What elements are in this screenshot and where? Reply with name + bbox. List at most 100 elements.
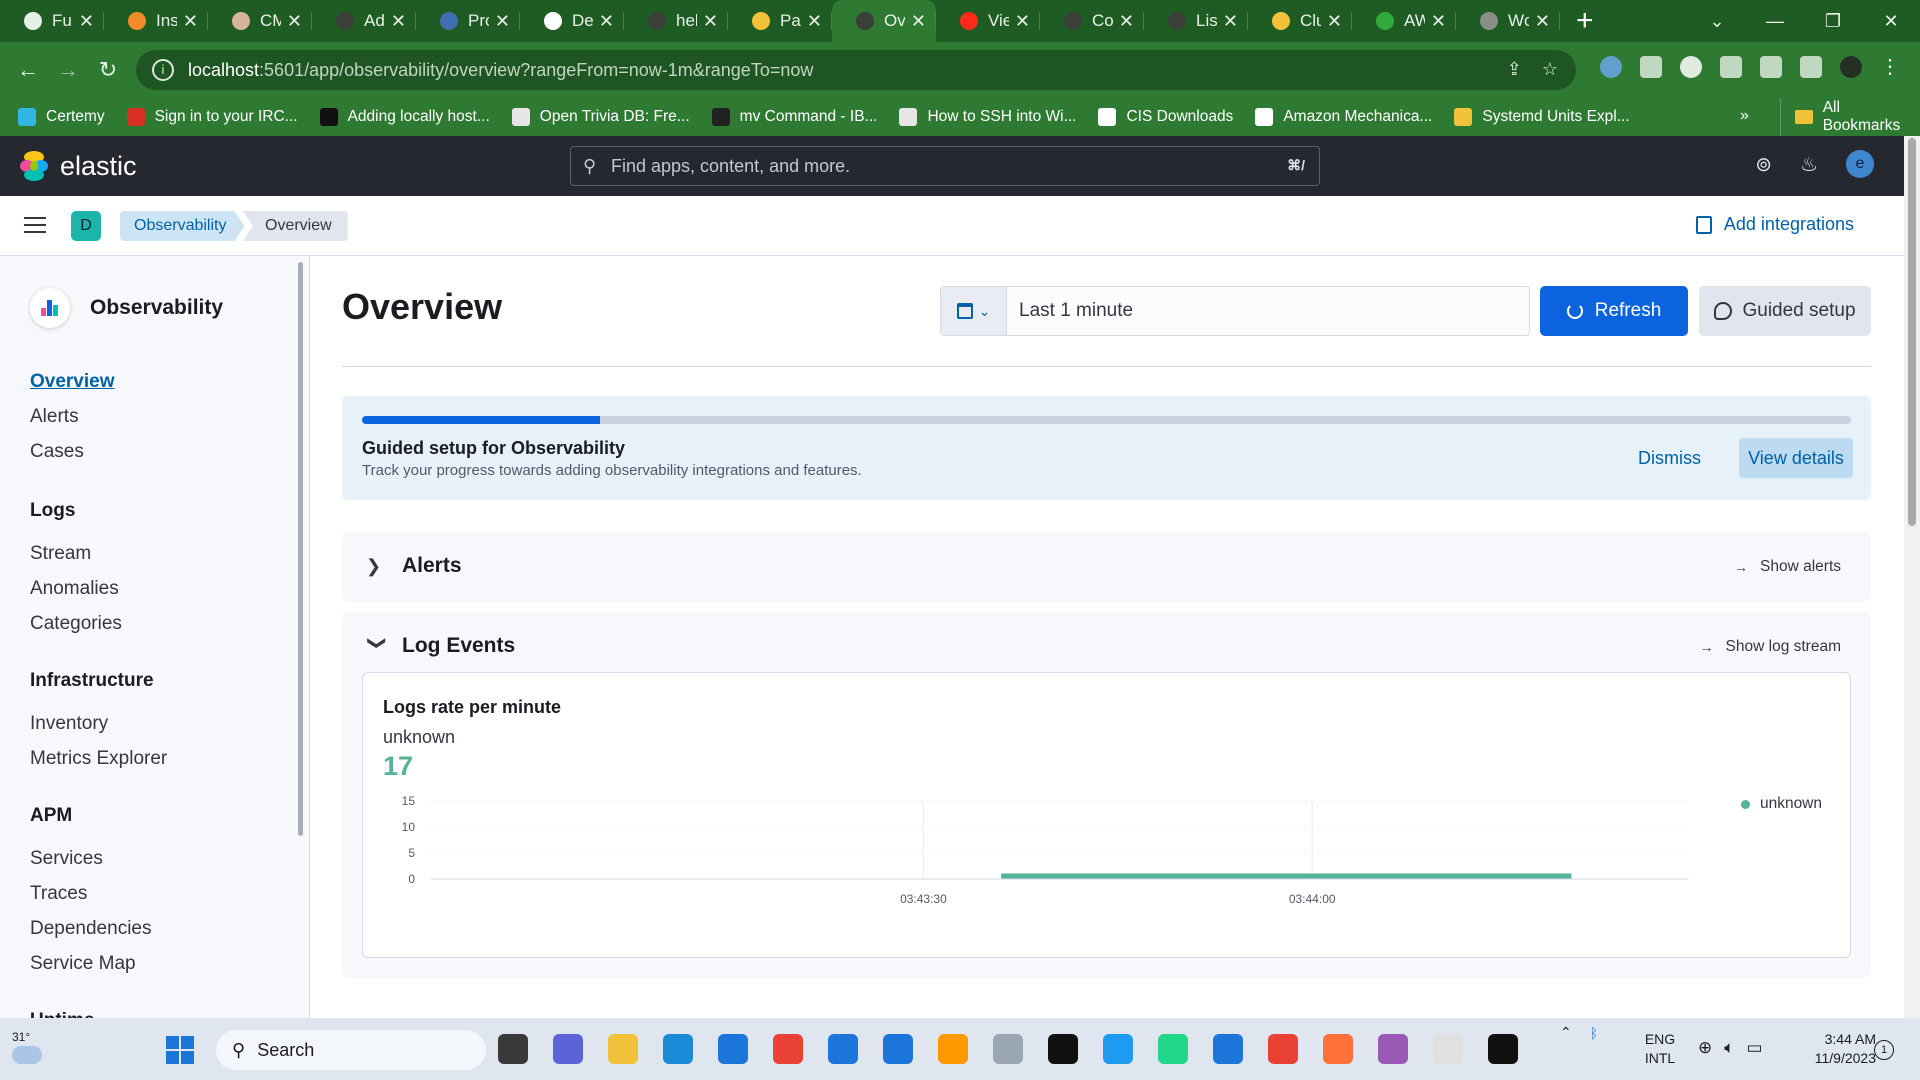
restore-icon[interactable]: ❐ <box>1804 11 1862 32</box>
back-icon[interactable]: ← <box>8 57 48 83</box>
browser-tab[interactable]: Lis ✕ <box>1144 0 1248 42</box>
tab-close-icon[interactable]: ✕ <box>1119 11 1134 32</box>
extension-icon[interactable] <box>1680 56 1702 78</box>
sidenav-item-dependencies[interactable]: Dependencies <box>30 911 151 946</box>
pycharm-icon[interactable] <box>1158 1034 1188 1064</box>
show-hidden-icons[interactable]: ⌃ <box>1560 1024 1572 1041</box>
all-bookmarks-button[interactable]: All Bookmarks <box>1780 98 1920 136</box>
app-icon[interactable] <box>993 1034 1023 1064</box>
browser-tab[interactable]: Ad ✕ <box>312 0 416 42</box>
close-window-icon[interactable]: ✕ <box>1862 11 1920 32</box>
tab-close-icon[interactable]: ✕ <box>1535 11 1550 32</box>
bookmark-item[interactable]: Certemy <box>18 108 105 126</box>
browser-tab[interactable]: Pro ✕ <box>416 0 520 42</box>
browser-tab[interactable]: Par ✕ <box>728 0 832 42</box>
new-tab-icon[interactable]: + <box>1576 4 1594 38</box>
log-events-section-toggle[interactable]: ❯ Log Events <box>366 634 516 658</box>
twitter-icon[interactable] <box>1103 1034 1133 1064</box>
terminal-icon[interactable] <box>1048 1034 1078 1064</box>
bookmark-item[interactable]: CIS Downloads <box>1098 108 1233 126</box>
browser-tab[interactable]: Vie ✕ <box>936 0 1040 42</box>
elastic-home-link[interactable]: elastic <box>20 151 137 182</box>
tab-close-icon[interactable]: ✕ <box>1327 11 1342 32</box>
sidenav-item-alerts[interactable]: Alerts <box>30 399 115 434</box>
vscode-icon[interactable] <box>1213 1034 1243 1064</box>
sidenav-item-stream[interactable]: Stream <box>30 536 122 571</box>
tab-close-icon[interactable]: ✕ <box>79 11 94 32</box>
tab-close-icon[interactable]: ✕ <box>911 11 926 32</box>
bookmark-item[interactable]: mv Command - IB... <box>711 108 877 126</box>
page-scrollbar-thumb[interactable] <box>1908 138 1916 526</box>
puzzle-icon[interactable] <box>1720 56 1742 78</box>
help-icon[interactable]: ⊚ <box>1755 152 1772 177</box>
teams-icon[interactable] <box>553 1034 583 1064</box>
browser-tab[interactable]: Clu ✕ <box>1248 0 1352 42</box>
space-avatar[interactable]: D <box>71 211 101 241</box>
menu-toggle-icon[interactable] <box>24 217 46 235</box>
firefox-icon[interactable] <box>1323 1034 1353 1064</box>
browser-menu-icon[interactable]: ⋮ <box>1880 56 1900 78</box>
sidenav-item-services[interactable]: Services <box>30 841 151 876</box>
terminal-icon[interactable] <box>1488 1034 1518 1064</box>
more-bookmarks-button[interactable]: » <box>1740 107 1749 125</box>
network-icon[interactable]: ⊕ <box>1698 1038 1712 1058</box>
alerts-section-toggle[interactable]: ❯ Alerts <box>366 554 462 578</box>
tab-close-icon[interactable]: ✕ <box>703 11 718 32</box>
share-icon[interactable]: ⇪ <box>1507 59 1522 80</box>
reload-icon[interactable]: ↻ <box>88 57 128 83</box>
sidenav-item-metrics-explorer[interactable]: Metrics Explorer <box>30 741 167 776</box>
sidenav-item-overview[interactable]: Overview <box>30 364 115 399</box>
mail-icon[interactable] <box>828 1034 858 1064</box>
global-search-input[interactable]: ⚲ Find apps, content, and more. ⌘/ <box>570 146 1320 186</box>
sidenav-item-anomalies[interactable]: Anomalies <box>30 571 122 606</box>
browser-tab[interactable]: AW ✕ <box>1352 0 1456 42</box>
refresh-button[interactable]: Refresh <box>1540 286 1688 336</box>
bookmark-item[interactable]: Sign in to your IRC... <box>126 108 298 126</box>
tab-close-icon[interactable]: ✕ <box>183 11 198 32</box>
tab-close-icon[interactable]: ✕ <box>599 11 614 32</box>
date-picker[interactable]: ⌄ Last 1 minute <box>940 286 1530 336</box>
sidenav-item-categories[interactable]: Categories <box>30 606 122 641</box>
phone-link-icon[interactable] <box>883 1034 913 1064</box>
bluetooth-icon[interactable]: ᛒ <box>1590 1025 1598 1041</box>
date-quick-menu-button[interactable]: ⌄ <box>941 287 1007 335</box>
store-icon[interactable] <box>718 1034 748 1064</box>
show-log-stream-link[interactable]: → Show log stream <box>1700 638 1841 656</box>
start-icon[interactable] <box>166 1036 194 1064</box>
date-range-value[interactable]: Last 1 minute <box>1007 287 1133 335</box>
taskbar-clock[interactable]: 3:44 AM 11/9/2023 <box>1786 1030 1876 1068</box>
sidenav-scrollbar[interactable] <box>298 262 303 836</box>
bookmark-star-icon[interactable]: ☆ <box>1542 59 1558 80</box>
app-icon[interactable] <box>1378 1034 1408 1064</box>
tab-close-icon[interactable]: ✕ <box>1015 11 1030 32</box>
address-bar[interactable]: i localhost:5601/app/observability/overv… <box>136 50 1576 90</box>
extension-icon[interactable] <box>1600 56 1622 78</box>
tab-close-icon[interactable]: ✕ <box>1223 11 1238 32</box>
task-view-icon[interactable] <box>498 1034 528 1064</box>
bookmark-item[interactable]: Adding locally host... <box>319 108 490 126</box>
chart-legend[interactable]: unknown <box>1740 795 1822 813</box>
browser-tab[interactable]: Co ✕ <box>1040 0 1144 42</box>
add-integrations-link[interactable]: Add integrations <box>1695 214 1854 235</box>
guided-setup-button[interactable]: Guided setup <box>1699 286 1871 336</box>
amazon-icon[interactable] <box>938 1034 968 1064</box>
tab-close-icon[interactable]: ✕ <box>807 11 822 32</box>
snipping-tool-icon[interactable] <box>1433 1034 1463 1064</box>
news-feed-icon[interactable]: ♨ <box>1800 152 1818 177</box>
browser-tab[interactable]: De ✕ <box>520 0 624 42</box>
bookmark-item[interactable]: Amazon Mechanica... <box>1255 108 1432 126</box>
profile-avatar-icon[interactable] <box>1840 56 1862 78</box>
sidenav-item-service-map[interactable]: Service Map <box>30 946 151 981</box>
taskbar-search[interactable]: ⚲ Search <box>216 1030 486 1070</box>
tab-search-icon[interactable]: ⌄ <box>1688 11 1746 32</box>
bookmark-item[interactable]: Open Trivia DB: Fre... <box>511 108 690 126</box>
browser-tab[interactable]: hel ✕ <box>624 0 728 42</box>
tab-close-icon[interactable]: ✕ <box>287 11 302 32</box>
view-details-button[interactable]: View details <box>1739 438 1853 478</box>
browser-tab[interactable]: Wc ✕ <box>1456 0 1560 42</box>
volume-icon[interactable]: 🔈︎ <box>1724 1038 1734 1058</box>
sidenav-item-inventory[interactable]: Inventory <box>30 706 167 741</box>
battery-icon[interactable]: ▭ <box>1746 1038 1762 1058</box>
tab-close-icon[interactable]: ✕ <box>495 11 510 32</box>
file-explorer-icon[interactable] <box>608 1034 638 1064</box>
